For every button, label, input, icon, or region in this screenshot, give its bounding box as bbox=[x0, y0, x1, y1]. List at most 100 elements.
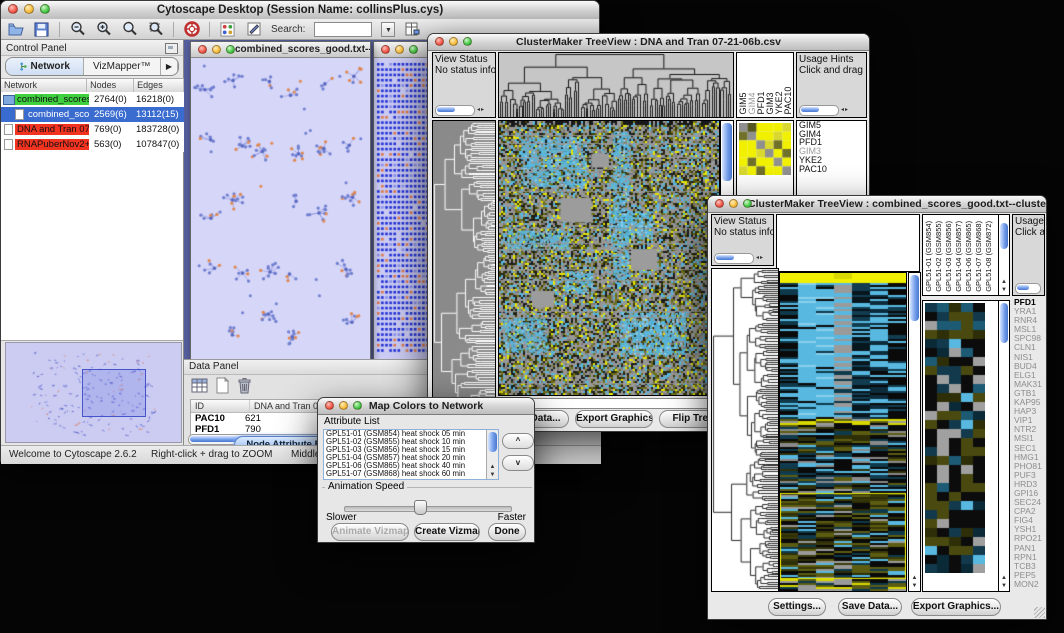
zoom-button[interactable] bbox=[353, 401, 362, 410]
dialog-button[interactable]: Animate Vizmap bbox=[331, 523, 409, 541]
save-icon[interactable] bbox=[33, 21, 50, 38]
row-dendrogram-panel[interactable] bbox=[711, 268, 779, 592]
scroll-down-icon[interactable]: ▼ bbox=[999, 583, 1009, 590]
network-row[interactable]: combined_scores 2764(0) 16218(0) bbox=[1, 92, 184, 107]
scroll-down-icon[interactable]: ▼ bbox=[909, 583, 920, 590]
zoom-button[interactable] bbox=[463, 37, 472, 46]
treeview1-titlebar[interactable]: ClusterMaker TreeView : DNA and Tran 07-… bbox=[428, 34, 869, 51]
animation-speed-slider-thumb[interactable] bbox=[414, 500, 427, 515]
gene-label[interactable]: YSH1 bbox=[1012, 525, 1045, 534]
gene-label[interactable]: MSL1 bbox=[1012, 325, 1045, 334]
network-overview-panel[interactable] bbox=[5, 342, 182, 443]
gene-label[interactable]: VIP1 bbox=[1012, 416, 1045, 425]
usage-hints-scrollbar[interactable]: ◂▸ bbox=[799, 105, 849, 115]
vizmapper-icon[interactable] bbox=[219, 21, 236, 38]
column-label[interactable]: GPL51-07 (GSM868) bbox=[975, 215, 985, 292]
column-label[interactable]: GIM3 bbox=[766, 53, 775, 114]
tab-overflow-button[interactable]: ▶ bbox=[161, 58, 178, 75]
zoom-in-icon[interactable] bbox=[95, 21, 112, 38]
treeview-button[interactable]: Export Graphics... bbox=[575, 410, 653, 428]
scrollbar-track[interactable] bbox=[435, 105, 475, 116]
resize-grip[interactable] bbox=[1034, 607, 1045, 618]
animation-speed-slider-track[interactable] bbox=[344, 506, 512, 512]
scroll-arrows-icon[interactable]: ◂▸ bbox=[756, 253, 764, 264]
column-network[interactable]: Network bbox=[1, 79, 87, 92]
gene-label[interactable]: HRD3 bbox=[1012, 480, 1045, 489]
zoom-button[interactable] bbox=[743, 199, 752, 208]
gene-label[interactable]: GPI16 bbox=[1012, 489, 1045, 498]
heatmap-panel[interactable] bbox=[779, 272, 907, 592]
zoom-selected-icon[interactable] bbox=[147, 21, 164, 38]
zoom-heatmap-canvas[interactable] bbox=[925, 303, 985, 573]
gene-label[interactable]: NTR2 bbox=[1012, 425, 1045, 434]
treeview-button[interactable]: Settings... bbox=[768, 598, 826, 616]
minimize-button[interactable] bbox=[395, 45, 404, 54]
view-status-scrollbar[interactable]: ◂▸ bbox=[714, 253, 764, 263]
treeview-button[interactable]: Save Data... bbox=[838, 598, 902, 616]
column-nodes[interactable]: Nodes bbox=[87, 79, 134, 92]
gene-label[interactable]: BUD4 bbox=[1012, 362, 1045, 371]
gene-label[interactable]: PFD1 bbox=[1012, 298, 1045, 307]
gene-label[interactable]: ELG1 bbox=[1012, 371, 1045, 380]
scroll-down-icon[interactable]: ▼ bbox=[999, 287, 1009, 294]
scroll-down-icon[interactable]: ▼ bbox=[487, 472, 498, 479]
minimize-button[interactable] bbox=[24, 4, 34, 14]
network1-titlebar[interactable]: combined_scores_good.txt--cluste... bbox=[191, 42, 370, 58]
scrollbar-track[interactable] bbox=[799, 105, 839, 116]
search-dropdown-button[interactable]: ▼ bbox=[381, 22, 395, 37]
scrollbar-thumb[interactable] bbox=[1000, 223, 1008, 249]
scrollbar-thumb[interactable] bbox=[910, 275, 919, 321]
network-row[interactable]: combined_sco 2569(6) 13112(15) bbox=[1, 107, 184, 122]
minimize-button[interactable] bbox=[212, 45, 221, 54]
close-button[interactable] bbox=[715, 199, 724, 208]
column-edges[interactable]: Edges bbox=[134, 79, 184, 92]
scrollbar-thumb[interactable] bbox=[488, 432, 497, 452]
column-label[interactable]: GIM5 bbox=[739, 53, 748, 114]
gene-label[interactable]: CLN1 bbox=[1012, 343, 1045, 352]
column-dendrogram-canvas[interactable] bbox=[499, 53, 733, 117]
move-up-button[interactable]: ^ bbox=[502, 433, 534, 449]
gene-label[interactable]: HMG1 bbox=[1012, 453, 1045, 462]
attribute-item[interactable]: GPL51-07 (GSM868) heat shock 60 min bbox=[324, 470, 498, 478]
row-dendrogram-canvas[interactable] bbox=[712, 269, 778, 591]
scroll-up-icon[interactable]: ▲ bbox=[999, 575, 1009, 582]
new-attribute-icon[interactable] bbox=[215, 377, 230, 399]
column-label[interactable]: PFD1 bbox=[757, 53, 766, 114]
scroll-up-icon[interactable]: ▲ bbox=[909, 575, 920, 582]
dialog-titlebar[interactable]: Map Colors to Network bbox=[318, 398, 534, 415]
column-label[interactable]: GIM4 bbox=[748, 53, 757, 114]
network1-view-canvas[interactable] bbox=[191, 58, 368, 359]
column-label[interactable]: YKE2 bbox=[775, 53, 784, 114]
minimize-button[interactable] bbox=[339, 401, 348, 410]
gene-label[interactable]: YRA1 bbox=[1012, 307, 1045, 316]
close-button[interactable] bbox=[198, 45, 207, 54]
row-dendrogram-panel[interactable] bbox=[432, 120, 496, 408]
zoom-button[interactable] bbox=[409, 45, 418, 54]
zoom-fit-icon[interactable] bbox=[121, 21, 138, 38]
scrollbar-thumb[interactable] bbox=[1000, 303, 1008, 343]
zoom-out-icon[interactable] bbox=[69, 21, 86, 38]
help-lifering-icon[interactable] bbox=[183, 21, 200, 38]
view-status-scrollbar[interactable]: ◂▸ bbox=[435, 105, 485, 115]
float-panel-icon[interactable] bbox=[165, 43, 178, 54]
gene-label[interactable]: HAP3 bbox=[1012, 407, 1045, 416]
column-dendrogram-panel[interactable] bbox=[776, 214, 920, 272]
gene-label[interactable]: TCB3 bbox=[1012, 562, 1045, 571]
row-label[interactable]: PAC10 bbox=[797, 165, 866, 174]
labels-vscrollbar[interactable]: ▲ ▼ bbox=[998, 215, 1009, 295]
zoom-button[interactable] bbox=[226, 45, 235, 54]
attribute-list[interactable]: GPL51-01 (GSM854) heat shock 05 minGPL51… bbox=[323, 429, 499, 480]
annotation-icon[interactable] bbox=[245, 21, 262, 38]
delete-attribute-trash-icon[interactable] bbox=[237, 377, 252, 399]
scrollbar-thumb[interactable] bbox=[437, 107, 455, 112]
column-id[interactable]: ID bbox=[191, 400, 250, 412]
row-dendrogram-canvas[interactable] bbox=[433, 121, 495, 407]
scrollbar-thumb[interactable] bbox=[801, 107, 819, 112]
main-titlebar[interactable]: Cytoscape Desktop (Session Name: collins… bbox=[1, 1, 599, 20]
gene-label[interactable]: FIG4 bbox=[1012, 516, 1045, 525]
search-input[interactable] bbox=[314, 22, 372, 37]
zoom-matrix-canvas[interactable] bbox=[739, 123, 791, 175]
scrollbar-track[interactable] bbox=[714, 253, 754, 264]
scroll-up-icon[interactable]: ▲ bbox=[487, 464, 498, 471]
heatmap-vscrollbar[interactable]: ▲ ▼ bbox=[908, 272, 921, 592]
